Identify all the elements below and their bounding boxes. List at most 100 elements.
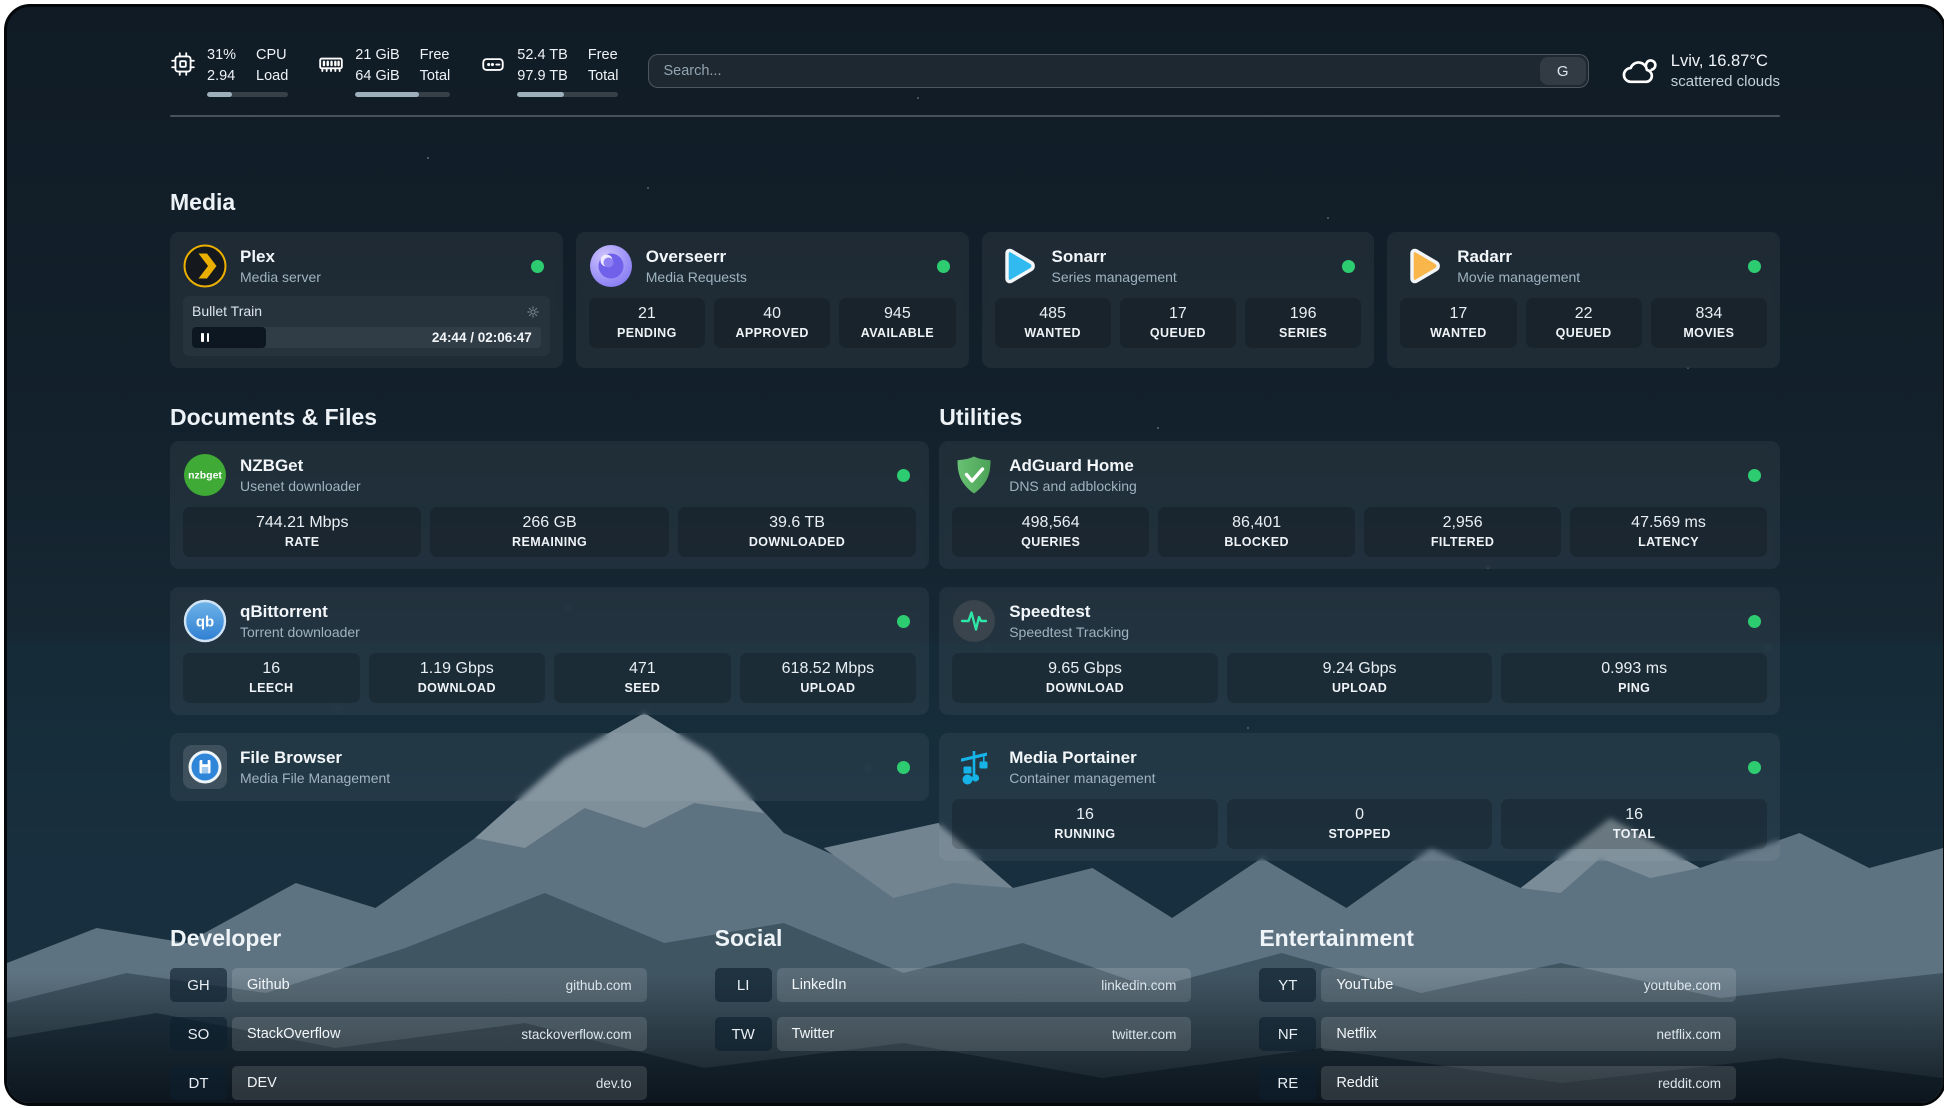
memory-free-value: 21 GiB — [355, 45, 399, 66]
playback-progress[interactable]: 24:44 / 02:06:47 — [192, 327, 541, 348]
qbittorrent-icon[interactable]: qb — [183, 599, 227, 643]
bookmark-url: dev.to — [596, 1076, 632, 1091]
service-desc: Usenet downloader — [240, 477, 884, 496]
stat-label: LATENCY — [1574, 534, 1763, 551]
bookmark-group-title: Entertainment — [1259, 925, 1736, 952]
nzbget-icon-text: nzbget — [188, 470, 222, 482]
service-desc: Movie management — [1457, 268, 1735, 287]
service-card-filebrowser[interactable]: File Browser Media File Management — [170, 733, 929, 801]
radarr-icon[interactable] — [1400, 244, 1444, 288]
stat-value: 2,956 — [1368, 512, 1557, 534]
service-card-plex[interactable]: Plex Media server Bullet Train — [170, 232, 563, 368]
search-input[interactable] — [648, 54, 1588, 88]
memory-label-1: Free — [420, 45, 451, 66]
stat-tile: 17 WANTED — [1400, 298, 1516, 348]
service-card-radarr[interactable]: Radarr Movie management 17 WANTED 22 QUE… — [1387, 232, 1780, 368]
speedtest-icon[interactable] — [952, 599, 996, 643]
nzbget-icon[interactable]: nzbget — [183, 453, 227, 497]
portainer-icon[interactable] — [952, 745, 996, 789]
service-name[interactable]: Sonarr — [1052, 246, 1330, 268]
stat-value: 471 — [558, 658, 727, 680]
bookmark-url: reddit.com — [1658, 1076, 1721, 1091]
bookmark-abbr: DT — [170, 1066, 227, 1100]
resource-widgets: 31% 2.94 CPU Load — [170, 45, 618, 97]
weather-widget: Lviv, 16.87°C scattered clouds — [1619, 50, 1780, 92]
disk-label-2: Total — [588, 66, 619, 87]
gear-icon[interactable] — [525, 304, 541, 320]
stat-value: 39.6 TB — [682, 512, 912, 534]
ram-icon — [318, 51, 344, 77]
stat-tile: 498,564 QUERIES — [952, 507, 1149, 557]
service-name[interactable]: qBittorrent — [240, 601, 884, 623]
service-card-speedtest[interactable]: Speedtest Speedtest Tracking 9.65 Gbps D… — [939, 587, 1780, 715]
stat-tile: 9.24 Gbps UPLOAD — [1227, 653, 1493, 703]
bookmark-twitter[interactable]: TW Twitter twitter.com — [715, 1017, 1192, 1051]
section-documents: Documents & Files nzbget NZBGet Usenet d… — [170, 404, 929, 819]
service-desc: DNS and adblocking — [1009, 477, 1735, 496]
stat-tile: 39.6 TB DOWNLOADED — [678, 507, 916, 557]
stat-label: AVAILABLE — [843, 325, 951, 342]
service-card-qbittorrent[interactable]: qb qBittorrent Torrent downloader 16 LEE… — [170, 587, 929, 715]
cpu-load-value: 2.94 — [207, 66, 236, 87]
stat-label: APPROVED — [718, 325, 826, 342]
bookmark-stackoverflow[interactable]: SO StackOverflow stackoverflow.com — [170, 1017, 647, 1051]
pause-button[interactable] — [192, 327, 266, 348]
service-desc: Media File Management — [240, 769, 884, 788]
bookmark-linkedin[interactable]: LI LinkedIn linkedin.com — [715, 968, 1192, 1002]
bookmark-url: twitter.com — [1112, 1027, 1177, 1042]
service-card-adguard[interactable]: AdGuard Home DNS and adblocking 498,564 … — [939, 441, 1780, 569]
service-name[interactable]: Speedtest — [1009, 601, 1735, 623]
overseerr-icon[interactable] — [589, 244, 633, 288]
stat-tile: 471 SEED — [554, 653, 731, 703]
now-playing-title: Bullet Train — [192, 302, 262, 321]
section-title-media: Media — [170, 189, 1780, 216]
bookmark-name: Github — [247, 977, 290, 993]
bookmark-url: linkedin.com — [1101, 978, 1176, 993]
service-card-overseerr[interactable]: Overseerr Media Requests 21 PENDING 40 A… — [576, 232, 969, 368]
memory-label-2: Total — [420, 66, 451, 87]
section-utilities: Utilities AdGuard — [939, 404, 1780, 879]
stat-value: 485 — [999, 303, 1107, 325]
stat-tile: 21 PENDING — [589, 298, 705, 348]
service-card-nzbget[interactable]: nzbget NZBGet Usenet downloader 744.21 M… — [170, 441, 929, 569]
stat-tile: 86,401 BLOCKED — [1158, 507, 1355, 557]
service-name[interactable]: NZBGet — [240, 455, 884, 477]
filebrowser-icon[interactable] — [183, 745, 227, 789]
bookmark-youtube[interactable]: YT YouTube youtube.com — [1259, 968, 1736, 1002]
status-dot — [1748, 615, 1761, 628]
weather-location-temp: Lviv, 16.87°C — [1671, 50, 1780, 72]
stat-label: PENDING — [593, 325, 701, 342]
status-dot — [937, 260, 950, 273]
bookmarks-area: Developer GH Github github.com SO StackO… — [170, 925, 1780, 1106]
service-name[interactable]: AdGuard Home — [1009, 455, 1735, 477]
bookmark-name: StackOverflow — [247, 1026, 340, 1042]
cpu-label-1: CPU — [256, 45, 288, 66]
service-name[interactable]: Overseerr — [646, 246, 924, 268]
bookmark-group-social: Social LI LinkedIn linkedin.com TW Twitt… — [715, 925, 1192, 1106]
bookmark-name: Netflix — [1336, 1026, 1376, 1042]
stat-tile: 196 SERIES — [1245, 298, 1361, 348]
service-card-sonarr[interactable]: Sonarr Series management 485 WANTED 17 Q… — [982, 232, 1375, 368]
adguard-icon[interactable] — [952, 453, 996, 497]
service-name[interactable]: File Browser — [240, 747, 884, 769]
stat-label: STOPPED — [1231, 826, 1489, 843]
bookmark-dev[interactable]: DT DEV dev.to — [170, 1066, 647, 1100]
service-name[interactable]: Radarr — [1457, 246, 1735, 268]
service-name[interactable]: Media Portainer — [1009, 747, 1735, 769]
service-name[interactable]: Plex — [240, 246, 518, 268]
bookmark-abbr: YT — [1259, 968, 1316, 1002]
stat-value: 21 — [593, 303, 701, 325]
dashboard-window: 31% 2.94 CPU Load — [4, 4, 1944, 1106]
plex-icon[interactable] — [183, 244, 227, 288]
stat-value: 22 — [1530, 303, 1638, 325]
bookmark-reddit[interactable]: RE Reddit reddit.com — [1259, 1066, 1736, 1100]
bookmark-github[interactable]: GH Github github.com — [170, 968, 647, 1002]
sonarr-icon[interactable] — [995, 244, 1039, 288]
service-desc: Container management — [1009, 769, 1735, 788]
service-card-portainer[interactable]: Media Portainer Container management 16 … — [939, 733, 1780, 861]
search-provider-button[interactable]: G — [1540, 57, 1586, 85]
pause-icon — [207, 333, 210, 342]
stat-value: 16 — [187, 658, 356, 680]
bookmark-netflix[interactable]: NF Netflix netflix.com — [1259, 1017, 1736, 1051]
stat-value: 9.24 Gbps — [1231, 658, 1489, 680]
